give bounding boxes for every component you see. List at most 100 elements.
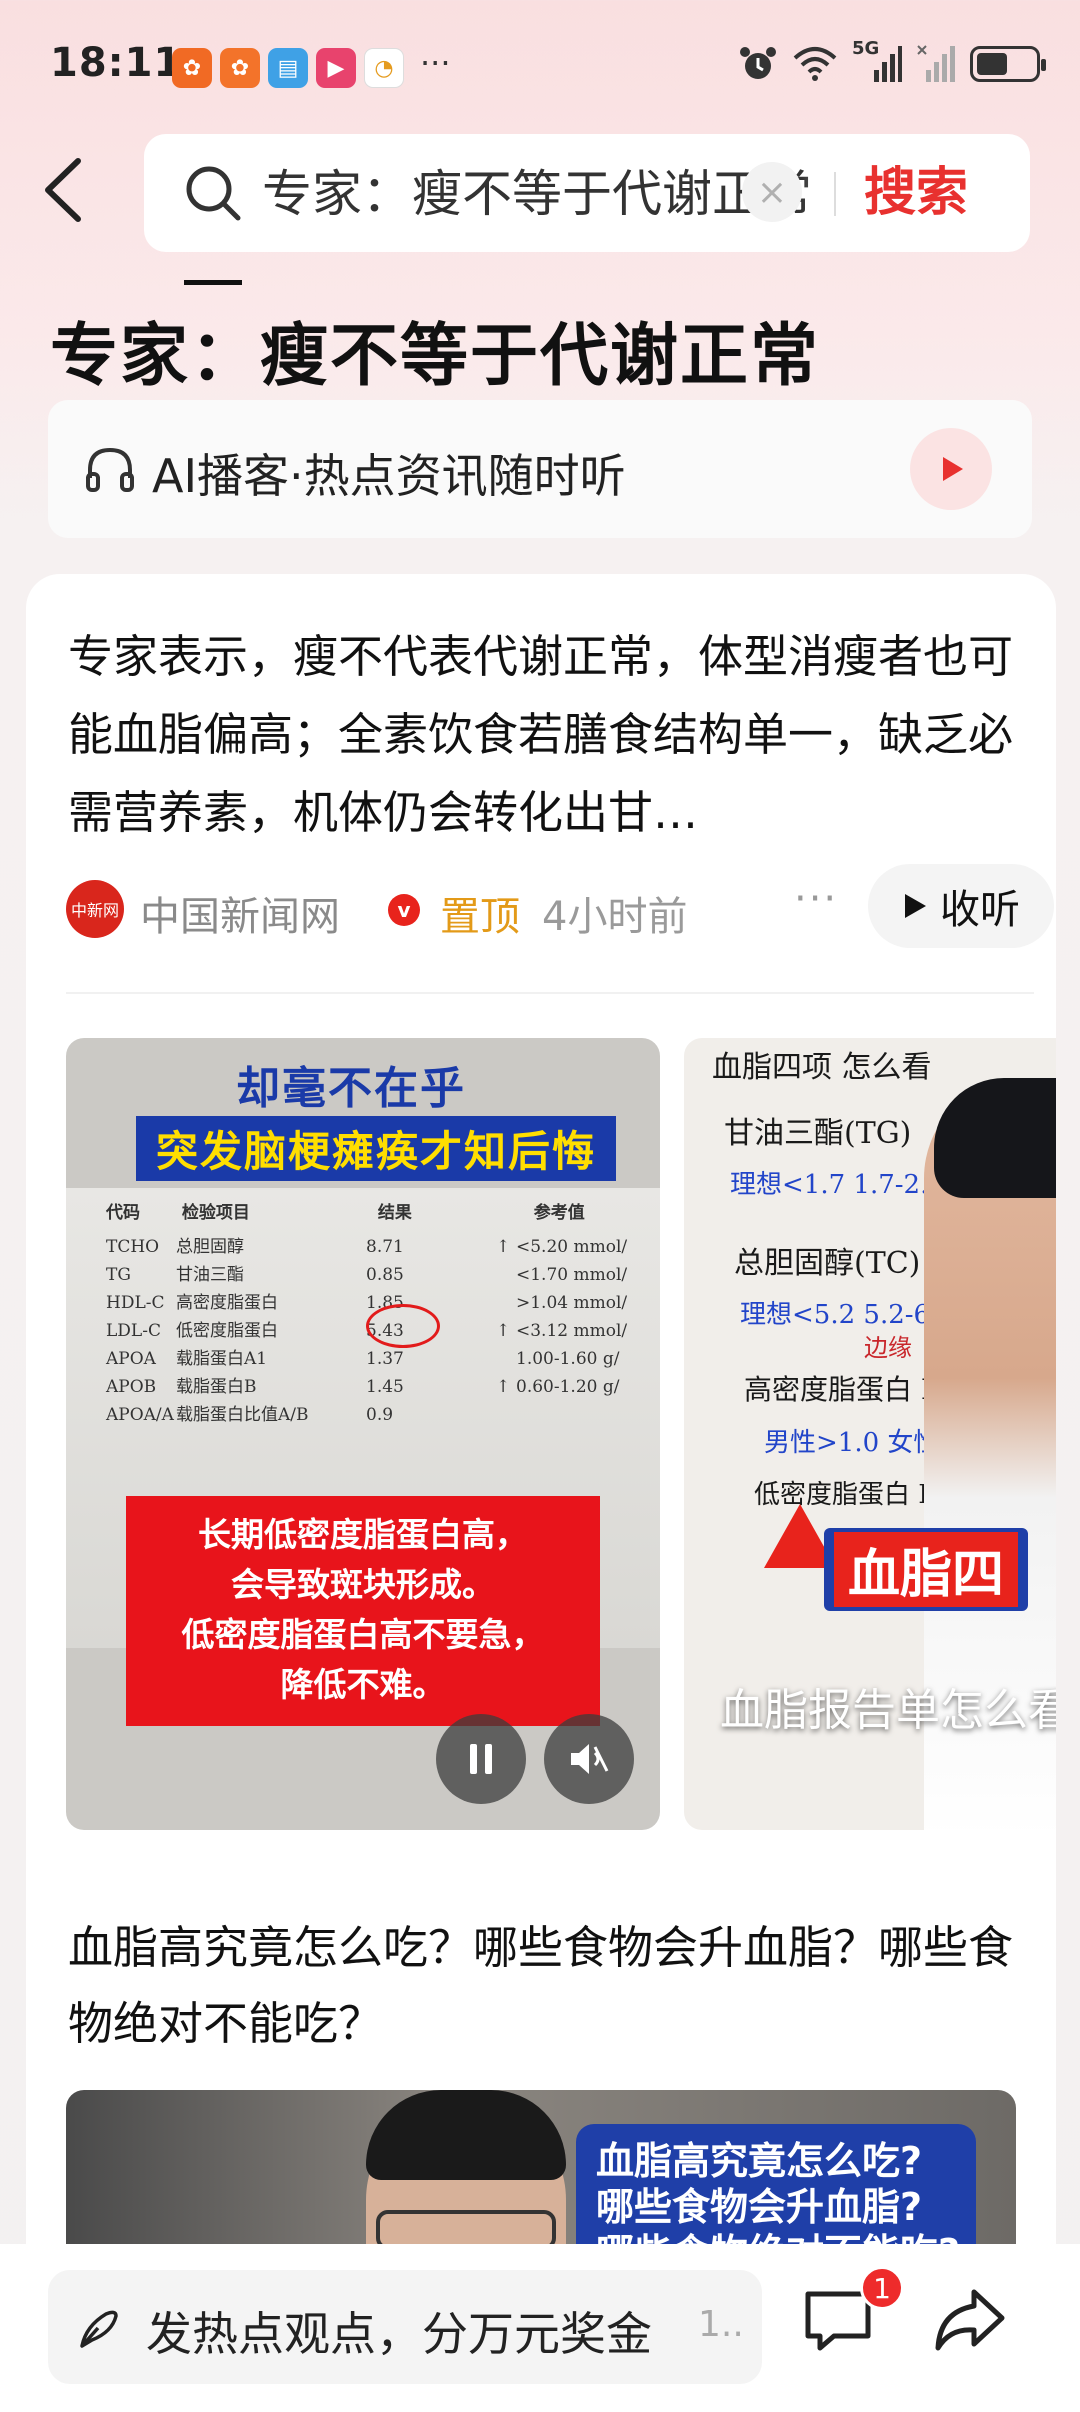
article-meta: 中新网 中国新闻网 v 置顶 4小时前 ··· 收听 <box>66 864 1054 954</box>
pen-icon <box>80 2310 118 2348</box>
share-button[interactable] <box>932 2282 1012 2362</box>
report-col-item: 检验项目 <box>181 1203 250 1223</box>
alarm-icon <box>740 47 776 79</box>
pause-button[interactable] <box>436 1714 526 1804</box>
subtitle-line: 低密度脂蛋白高不要急， <box>181 1615 545 1654</box>
report-cell: 1.45 <box>366 1377 404 1397</box>
published-time: 4小时前 <box>542 894 688 940</box>
pause-icon <box>470 1744 492 1774</box>
source-name[interactable]: 中国新闻网 <box>140 884 340 942</box>
video-banner-text: 突发脑梗瘫痪才知后悔 <box>136 1116 617 1181</box>
news-card: 专家表示，瘦不代表代谢正常，体型消瘦者也可能血脂偏高；全素饮食若膳食结构单一，缺… <box>26 574 1056 2412</box>
more-notifications-icon: ··· <box>420 44 451 82</box>
reader-app-icon: ▤ <box>268 48 308 88</box>
more-options-button[interactable]: ··· <box>794 876 838 922</box>
report-cell: 1.00-1.60 g/ <box>516 1349 620 1369</box>
battery-icon <box>970 46 1046 82</box>
listen-button[interactable]: 收听 <box>868 864 1054 948</box>
report-cell: 0.9 <box>366 1405 394 1425</box>
headphones-icon <box>86 447 134 492</box>
browser-app-icon: ◔ <box>364 48 404 88</box>
report-cell: APOA <box>106 1349 156 1369</box>
video-banner-text: 却毫不在乎 <box>236 1063 466 1114</box>
status-time: 18:11 <box>50 40 183 86</box>
podcast-play-button[interactable] <box>910 428 992 510</box>
thumbnail-text-line: 哪些食物会升血脂? <box>596 2185 923 2229</box>
cell-signal-5g-icon: 5G <box>852 38 902 84</box>
subtitle-line: 降低不难。 <box>280 1665 446 1704</box>
comment-overflow-text: 1.. <box>698 2304 744 2345</box>
ai-podcast-bar[interactable]: AI播客·热点资讯随时听 <box>48 400 1032 538</box>
play-icon <box>943 457 963 481</box>
report-col-code: 代码 <box>106 1203 140 1223</box>
title-decoration <box>184 280 242 285</box>
article-summary[interactable]: 专家表示，瘦不代表代谢正常，体型消瘦者也可能血脂偏高；全素饮食若膳食结构单一，缺… <box>68 618 1018 852</box>
report-cell: APOB <box>106 1377 157 1397</box>
report-cell: 载脂蛋白比值A/B <box>176 1405 309 1425</box>
report-cell: ↑ <box>496 1321 511 1341</box>
chevron-left-icon <box>45 158 81 222</box>
whiteboard-text: 血脂四项 怎么看 <box>712 1050 932 1085</box>
video-thumbnail-blood-lipid-report[interactable]: 却毫不在乎 突发脑梗瘫痪才知后悔 代码 检验项目 结果 参考值 TCHO 总胆固醇… <box>66 1038 660 1830</box>
report-row: HDL-C 高密度脂蛋白 1.85 >1.04 mmol/ <box>106 1288 627 1313</box>
back-button[interactable] <box>40 150 100 230</box>
report-cell: 低密度脂蛋白 <box>176 1321 278 1341</box>
bottom-action-bar: 发热点观点，分万元奖金 1.. 1 <box>0 2244 1080 2412</box>
close-icon: × <box>756 171 788 213</box>
report-cell: 总胆固醇 <box>176 1237 244 1257</box>
search-box[interactable]: 专家：瘦不等于代谢正常 × 搜索 <box>144 134 1030 252</box>
report-cell: APOA/A <box>106 1405 174 1425</box>
podcast-label: AI播客·热点资讯随时听 <box>152 449 626 503</box>
report-cell: 载脂蛋白B <box>176 1377 257 1397</box>
cell-signal-2-icon <box>917 45 955 82</box>
video-caption: 血脂报告单怎么看 <box>720 1685 1056 1736</box>
related-article-title[interactable]: 血脂高究竟怎么吃？哪些食物会升血脂？哪些食物绝对不能吃？ <box>68 1910 1018 2062</box>
share-arrow-icon <box>935 2289 1005 2351</box>
app-notification-icon: ✿ <box>172 48 212 88</box>
report-cell: 高密度脂蛋白 <box>176 1293 278 1313</box>
mute-button[interactable] <box>544 1714 634 1804</box>
whiteboard-text: 甘油三酯(TG) <box>724 1116 912 1151</box>
comment-count-badge: 1 <box>860 2266 904 2310</box>
clear-search-button[interactable]: × <box>742 162 802 222</box>
whiteboard-text: 总胆固醇(TC) <box>734 1246 921 1281</box>
report-row: APOA/A 载脂蛋白比值A/B 0.9 <box>106 1400 496 1425</box>
report-row: APOB 载脂蛋白B 1.45 ↑ 0.60-1.20 g/ <box>106 1372 619 1397</box>
report-cell: 8.71 <box>366 1237 404 1257</box>
report-cell: LDL-C <box>106 1321 161 1341</box>
report-row: APOA 载脂蛋白A1 1.37 1.00-1.60 g/ <box>106 1344 619 1369</box>
video-sticker: 血脂四 <box>824 1528 1029 1611</box>
report-cell: 载脂蛋白A1 <box>176 1349 268 1369</box>
page-title: 专家：瘦不等于代谢正常 <box>50 317 821 396</box>
video-app-icon: ▶ <box>316 48 356 88</box>
highlight-circle <box>366 1304 440 1348</box>
report-cell: 0.60-1.20 g/ <box>516 1377 620 1397</box>
report-cell: TG <box>106 1265 131 1285</box>
thumbnail-text-line: 血脂高究竟怎么吃? <box>596 2139 923 2183</box>
presenter-hair <box>366 2090 566 2180</box>
report-cell: HDL-C <box>106 1293 165 1313</box>
wifi-icon <box>793 47 837 81</box>
report-col-result: 结果 <box>377 1203 412 1223</box>
system-status: 5G <box>738 38 1046 84</box>
video-thumbnail-lipid-whiteboard[interactable]: 血脂四项 怎么看 甘油三酯(TG) 理想<1.7 1.7-2.3 2.3- 总胆… <box>684 1038 1056 1830</box>
report-row: TG 甘油三酯 0.85 <1.70 mmol/ <box>106 1260 627 1285</box>
report-cell: 甘油三酯 <box>176 1265 244 1285</box>
search-icon <box>186 166 241 221</box>
report-cell: TCHO <box>106 1237 160 1257</box>
presenter-hair <box>934 1078 1056 1198</box>
subtitle-line: 会导致斑块形成。 <box>231 1565 495 1604</box>
search-button[interactable]: 搜索 <box>864 158 968 228</box>
divider <box>66 992 1034 994</box>
divider <box>834 172 836 216</box>
report-header: 代码 检验项目 结果 参考值 <box>106 1198 585 1223</box>
report-cell: 1.37 <box>366 1349 404 1369</box>
report-col-ref: 参考值 <box>533 1203 585 1223</box>
speaker-muted-icon <box>571 1744 609 1774</box>
source-logo[interactable]: 中新网 <box>66 880 124 938</box>
report-cell: 0.85 <box>366 1265 404 1285</box>
report-cell: <5.20 mmol/ <box>516 1237 628 1257</box>
report-cell: <1.70 mmol/ <box>516 1265 628 1285</box>
comment-input[interactable]: 发热点观点，分万元奖金 1.. <box>48 2270 762 2384</box>
subtitle-line: 长期低密度脂蛋白高， <box>198 1515 528 1554</box>
